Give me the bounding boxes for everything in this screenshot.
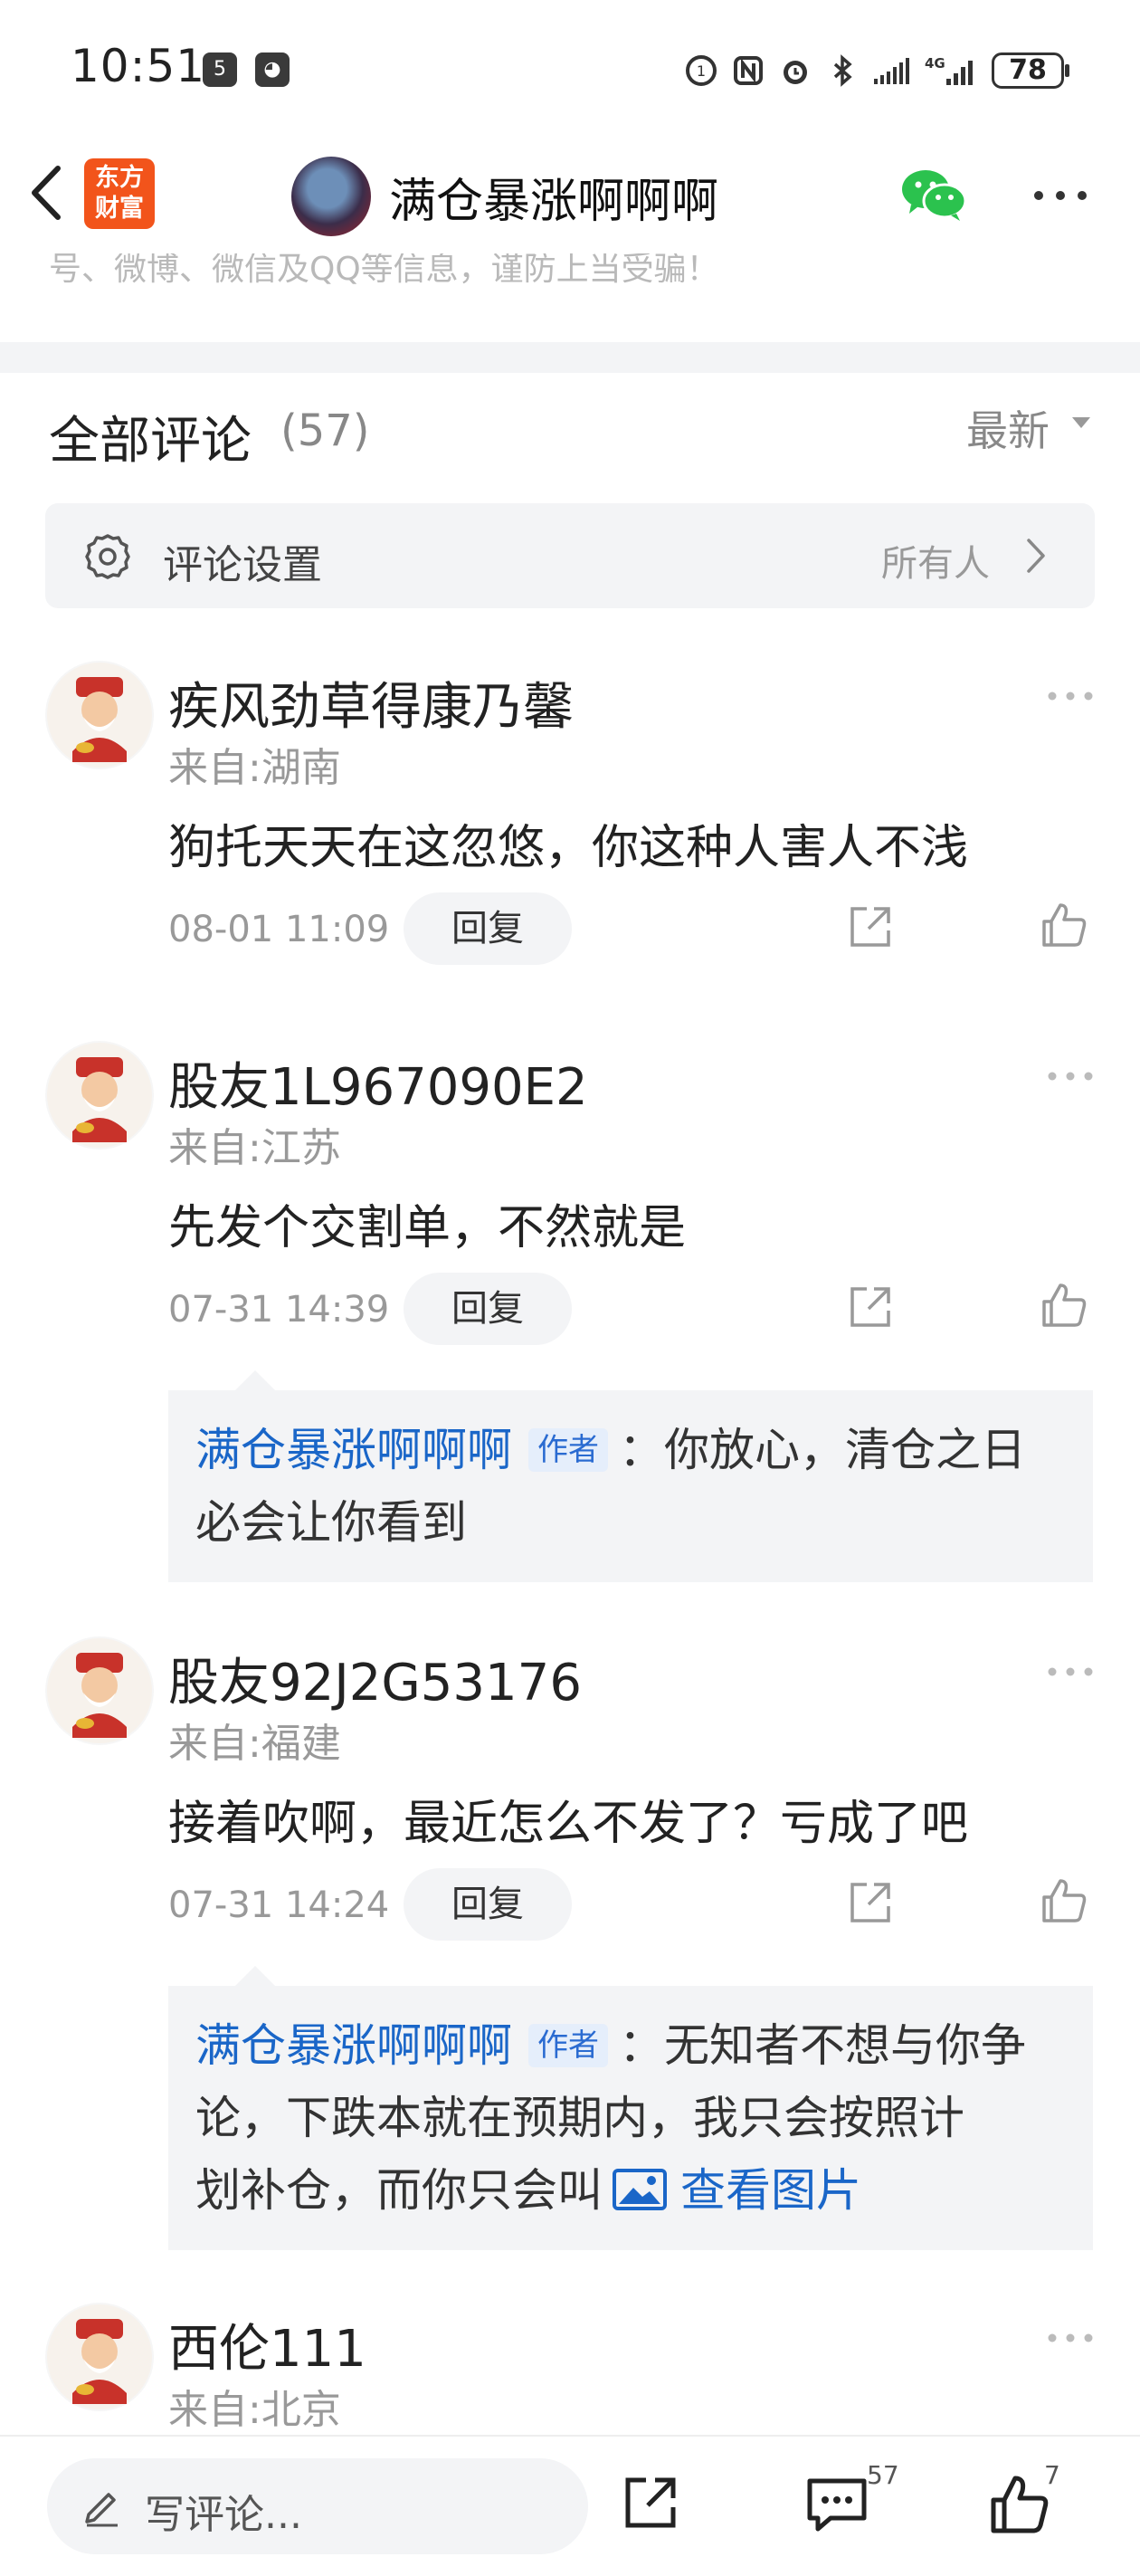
share-icon[interactable]	[847, 1283, 894, 1331]
reply-button[interactable]: 回复	[404, 892, 572, 965]
wechat-icon[interactable]	[900, 167, 967, 223]
write-comment-input[interactable]: 写评论...	[47, 2458, 588, 2554]
notice-text: 号、微博、微信及QQ等信息，谨防上当受骗！	[49, 253, 719, 288]
comment-count: 57	[867, 2460, 899, 2490]
eastmoney-logo[interactable]: 东方 财富	[84, 158, 155, 229]
sort-dropdown[interactable]: 最新	[966, 398, 1050, 458]
cellular-signal-icon: 4G	[925, 55, 973, 85]
status-bar: 10:51 5 ◕ 1 4G 78	[0, 0, 1140, 136]
svg-text:4G: 4G	[925, 55, 945, 72]
reply-text: ：你放心，清仓之日	[619, 1424, 1026, 1476]
commenter-location: 来自:江苏	[168, 1125, 341, 1171]
more-icon[interactable]	[1046, 1665, 1095, 1678]
nfc-icon	[734, 56, 763, 85]
commenter-avatar[interactable]	[45, 1041, 154, 1150]
more-icon[interactable]	[1031, 188, 1089, 203]
commenter-location: 来自:北京	[168, 2387, 341, 2433]
notice-strip: 号、微博、微信及QQ等信息，谨防上当受骗！	[0, 253, 1140, 299]
share-icon[interactable]	[847, 1879, 894, 1926]
like-count: 7	[1044, 2460, 1060, 2490]
reply-text: 论，下跌本就在预期内，我只会按照计	[195, 2092, 964, 2144]
view-image-link[interactable]: 查看图片	[680, 2164, 861, 2217]
author-reply: 满仓暴涨啊啊啊 作者 ：你放心，清仓之日 必会让你看到	[168, 1370, 1093, 1582]
commenter-name[interactable]: 股友1L967090E2	[168, 1046, 588, 1120]
more-icon[interactable]	[1046, 1070, 1095, 1083]
author-badge: 作者	[528, 2024, 608, 2067]
reply-author-name[interactable]: 满仓暴涨啊啊啊	[195, 2019, 512, 2072]
page-title: 满仓暴涨啊啊啊	[389, 175, 719, 229]
like-icon[interactable]	[1039, 1875, 1089, 1926]
title-bar: 东方 财富 满仓暴涨啊啊啊	[0, 136, 1140, 253]
like-icon[interactable]	[1039, 1280, 1089, 1331]
svg-text:1: 1	[697, 62, 706, 80]
bottom-action-bar: 写评论... 57 7	[0, 2435, 1140, 2576]
reply-text: ：无知者不想与你争	[619, 2019, 1026, 2072]
share-icon[interactable]	[621, 2473, 680, 2533]
chat-notification-icon: ◕	[255, 52, 290, 87]
comments-title: 全部评论	[49, 412, 252, 471]
reply-author-name[interactable]: 满仓暴涨啊啊啊	[195, 1424, 512, 1476]
status-icons: 1 4G 78	[684, 45, 1069, 96]
commenter-avatar[interactable]	[45, 2303, 154, 2411]
back-icon[interactable]	[24, 161, 69, 224]
comment-text: 狗托天天在这忽悠，你这种人害人不浅	[168, 821, 969, 875]
reply-text: 必会让你看到	[195, 1496, 467, 1549]
bluetooth-icon	[833, 54, 852, 87]
comment-text: 先发个交割单，不然就是	[168, 1201, 687, 1255]
gear-icon	[85, 534, 130, 579]
author-avatar[interactable]	[291, 157, 371, 236]
reply-button[interactable]: 回复	[404, 1273, 572, 1345]
comment-time: 07-31 14:24	[168, 1884, 390, 1926]
commenter-avatar[interactable]	[45, 1636, 154, 1745]
section-divider	[0, 342, 1140, 373]
caret-down-icon[interactable]	[1071, 416, 1091, 429]
commenter-location: 来自:福建	[168, 1721, 341, 1767]
reply-button[interactable]: 回复	[404, 1868, 572, 1941]
wifi-signal-icon	[874, 58, 909, 84]
like-icon[interactable]	[1039, 900, 1089, 950]
comment-settings-label: 评论设置	[163, 542, 322, 588]
caishen-avatar-icon	[47, 2304, 152, 2409]
commenter-name[interactable]: 西伦111	[168, 2308, 366, 2381]
author-reply: 满仓暴涨啊啊啊 作者 ：无知者不想与你争 论，下跌本就在预期内，我只会按照计 划补仓…	[168, 1966, 1093, 2250]
share-icon[interactable]	[847, 903, 894, 950]
comment-settings-value: 所有人	[881, 543, 990, 585]
caishen-avatar-icon	[47, 1638, 152, 1743]
comment-time: 08-01 11:09	[168, 909, 390, 950]
commenter-name[interactable]: 股友92J2G53176	[168, 1642, 582, 1715]
comment-text: 接着吹啊，最近怎么不发了？亏成了吧	[168, 1797, 969, 1851]
comments-count: (57)	[280, 405, 370, 456]
data-saver-icon: 1	[686, 55, 717, 86]
author-badge: 作者	[528, 1428, 608, 1472]
status-time: 10:51	[71, 40, 206, 92]
like-icon[interactable]	[988, 2473, 1051, 2536]
write-comment-placeholder: 写评论...	[145, 2492, 302, 2538]
comment-icon[interactable]	[805, 2476, 869, 2533]
caishen-avatar-icon	[47, 663, 152, 768]
image-icon[interactable]	[612, 2168, 668, 2211]
comment-settings-bar[interactable]: 评论设置 所有人	[45, 503, 1095, 608]
more-icon[interactable]	[1046, 2332, 1095, 2344]
caishen-avatar-icon	[47, 1043, 152, 1148]
comment-time: 07-31 14:39	[168, 1289, 390, 1331]
reply-text: 划补仓，而你只会叫	[195, 2164, 603, 2217]
commenter-avatar[interactable]	[45, 661, 154, 769]
more-icon[interactable]	[1046, 690, 1095, 702]
app-notification-icon: 5	[203, 52, 237, 87]
commenter-name[interactable]: 疾风劲草得康乃馨	[168, 666, 574, 739]
chevron-right-icon	[1027, 539, 1045, 573]
pencil-icon	[85, 2493, 118, 2527]
commenter-location: 来自:湖南	[168, 745, 341, 791]
alarm-icon	[784, 61, 807, 84]
battery-indicator: 78	[992, 52, 1069, 89]
